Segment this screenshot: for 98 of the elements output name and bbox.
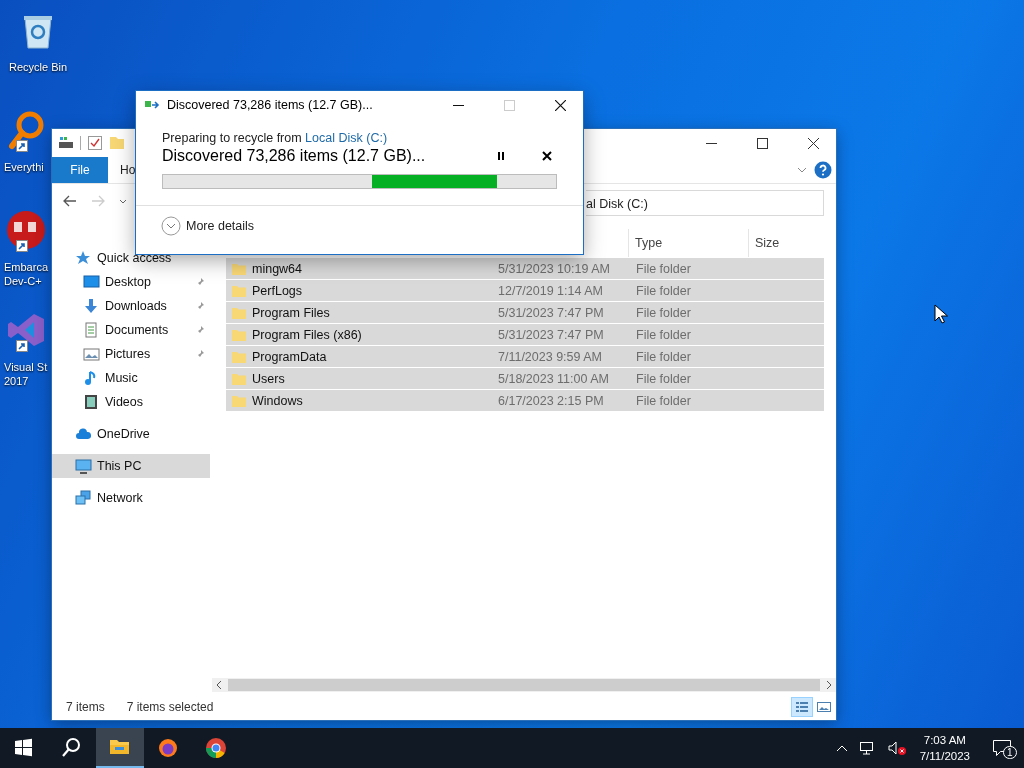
windows-logo-icon[interactable] (13, 737, 35, 759)
file-row[interactable]: Windows 6/17/2023 2:15 PM File folder (226, 390, 824, 412)
item-count: 7 items (66, 700, 105, 714)
address-field[interactable]: al Disk (C:) (586, 190, 824, 216)
date-cell-text: 5/31/2023 7:47 PM (497, 305, 605, 320)
app-icon[interactable] (6, 210, 46, 250)
progress-status: Discovered 73,286 items (12.7 GB)... (162, 147, 426, 165)
nav-item[interactable]: Network (52, 486, 210, 510)
file-name: Program Files (x86) (252, 327, 362, 342)
icon-label: Recycle Bin (8, 60, 68, 74)
mouse-pointer-icon (934, 304, 948, 324)
column-header[interactable]: Type (628, 229, 748, 257)
more-details-button[interactable]: More details (161, 216, 255, 236)
download-arrow-icon (83, 298, 100, 314)
file-name: mingw64 (252, 261, 303, 276)
desktop-icon (83, 274, 100, 290)
file-name: Users (252, 371, 285, 386)
icon-label: 2017 (4, 374, 29, 388)
column-header[interactable]: Size (748, 229, 824, 257)
folder-icon (232, 350, 246, 363)
file-row[interactable]: Program Files (x86) 5/31/2023 7:47 PM File folder (226, 324, 824, 346)
nav-item[interactable]: Documents (52, 318, 210, 342)
date-cell-text: 5/31/2023 10:19 AM (497, 261, 611, 276)
scroll-left-icon[interactable] (214, 680, 224, 690)
operation-description: Preparing to recycle from Local Disk (C:) (162, 131, 389, 145)
film-icon (83, 394, 100, 410)
file-row[interactable]: Users 5/18/2023 11:00 AM File folder (226, 368, 824, 390)
nav-item[interactable]: Desktop (52, 270, 210, 294)
folder-icon (232, 284, 246, 297)
chevron-down-icon[interactable] (161, 216, 181, 236)
file-name: Program Files (252, 305, 330, 320)
drive-icon[interactable] (58, 135, 74, 151)
date-cell-text: 7/11/2023 9:59 AM (497, 349, 604, 364)
network-icon (75, 490, 92, 506)
nav-item[interactable]: This PC (52, 454, 210, 478)
muted-speaker-icon[interactable] (886, 740, 907, 756)
file-name: ProgramData (252, 349, 327, 364)
file-menu-tab[interactable]: File (52, 157, 108, 183)
icon-label: Everythi (4, 160, 44, 174)
nav-item[interactable]: Videos (52, 390, 210, 414)
search-icon[interactable] (61, 737, 83, 759)
icon-label: Embarca (4, 260, 49, 274)
close-button[interactable] (555, 99, 566, 111)
picture-icon (83, 346, 100, 362)
selection-count: 7 items selected (126, 700, 214, 714)
document-icon (83, 322, 100, 338)
horizontal-scrollbar[interactable] (212, 678, 836, 692)
date-cell-text: 6/17/2023 2:15 PM (497, 393, 605, 408)
nav-item[interactable]: Music (52, 366, 210, 390)
type-cell-text: File folder (635, 349, 692, 364)
nav-item[interactable]: OneDrive (52, 422, 210, 446)
clock-time[interactable]: 7:03 AM (923, 732, 966, 748)
file-row[interactable]: PerfLogs 12/7/2019 1:14 AM File folder (226, 280, 824, 302)
date-cell-text: 5/31/2023 7:47 PM (497, 327, 605, 342)
notifications-icon[interactable] (992, 739, 1012, 757)
location-link[interactable]: Local Disk (C:) (305, 131, 388, 145)
star-icon (75, 250, 92, 266)
type-cell-text: File folder (635, 393, 692, 408)
nav-item[interactable]: Quick access (52, 246, 210, 270)
close-button[interactable] (808, 137, 819, 149)
type-cell-text: File folder (635, 283, 692, 298)
window-title: Discovered 73,286 items (12.7 GB)... (167, 98, 373, 112)
magnifier-icon[interactable] (6, 110, 46, 150)
fox-globe-icon[interactable] (157, 737, 179, 759)
type-cell-text: File folder (635, 371, 692, 386)
date-cell-text: 12/7/2019 1:14 AM (497, 283, 604, 298)
folder-icon (232, 306, 246, 319)
help-icon[interactable] (814, 161, 832, 179)
icon-label: Dev-C+ (4, 274, 42, 288)
maximize-button[interactable] (757, 137, 768, 149)
computer-icon (75, 458, 92, 474)
scroll-right-icon[interactable] (824, 680, 834, 690)
notification-count: 1 (1003, 746, 1017, 759)
ribbon-tab[interactable]: Ho (108, 157, 136, 183)
details-view-icon[interactable] (792, 698, 812, 716)
folder-icon (232, 372, 246, 385)
file-row[interactable]: Program Files 5/31/2023 7:47 PM File folder (226, 302, 824, 324)
browser-icon[interactable] (205, 737, 227, 759)
folder-icon (232, 328, 246, 341)
file-row[interactable]: ProgramData 7/11/2023 9:59 AM File folder (226, 346, 824, 368)
type-cell-text: File folder (635, 261, 692, 276)
nav-item[interactable]: Pictures (52, 342, 210, 366)
file-name: Windows (252, 393, 303, 408)
type-cell-text: File folder (635, 327, 692, 342)
cloud-icon (75, 426, 92, 442)
clock-date[interactable]: 7/11/2023 (919, 748, 970, 764)
scroll-thumb[interactable] (228, 679, 820, 691)
folder-icon (232, 394, 246, 407)
file-name: PerfLogs (252, 283, 303, 298)
back-arrow-icon[interactable] (62, 193, 78, 209)
type-cell-text: File folder (635, 305, 692, 320)
properties-icon[interactable] (87, 135, 103, 151)
nav-item[interactable]: Downloads (52, 294, 210, 318)
folder-icon (232, 262, 246, 275)
date-cell-text: 5/18/2023 11:00 AM (497, 371, 610, 386)
file-row[interactable]: mingw64 5/31/2023 10:19 AM File folder (226, 258, 824, 280)
copy-arrow-icon (145, 99, 161, 111)
icon-label: Visual St (4, 360, 48, 374)
